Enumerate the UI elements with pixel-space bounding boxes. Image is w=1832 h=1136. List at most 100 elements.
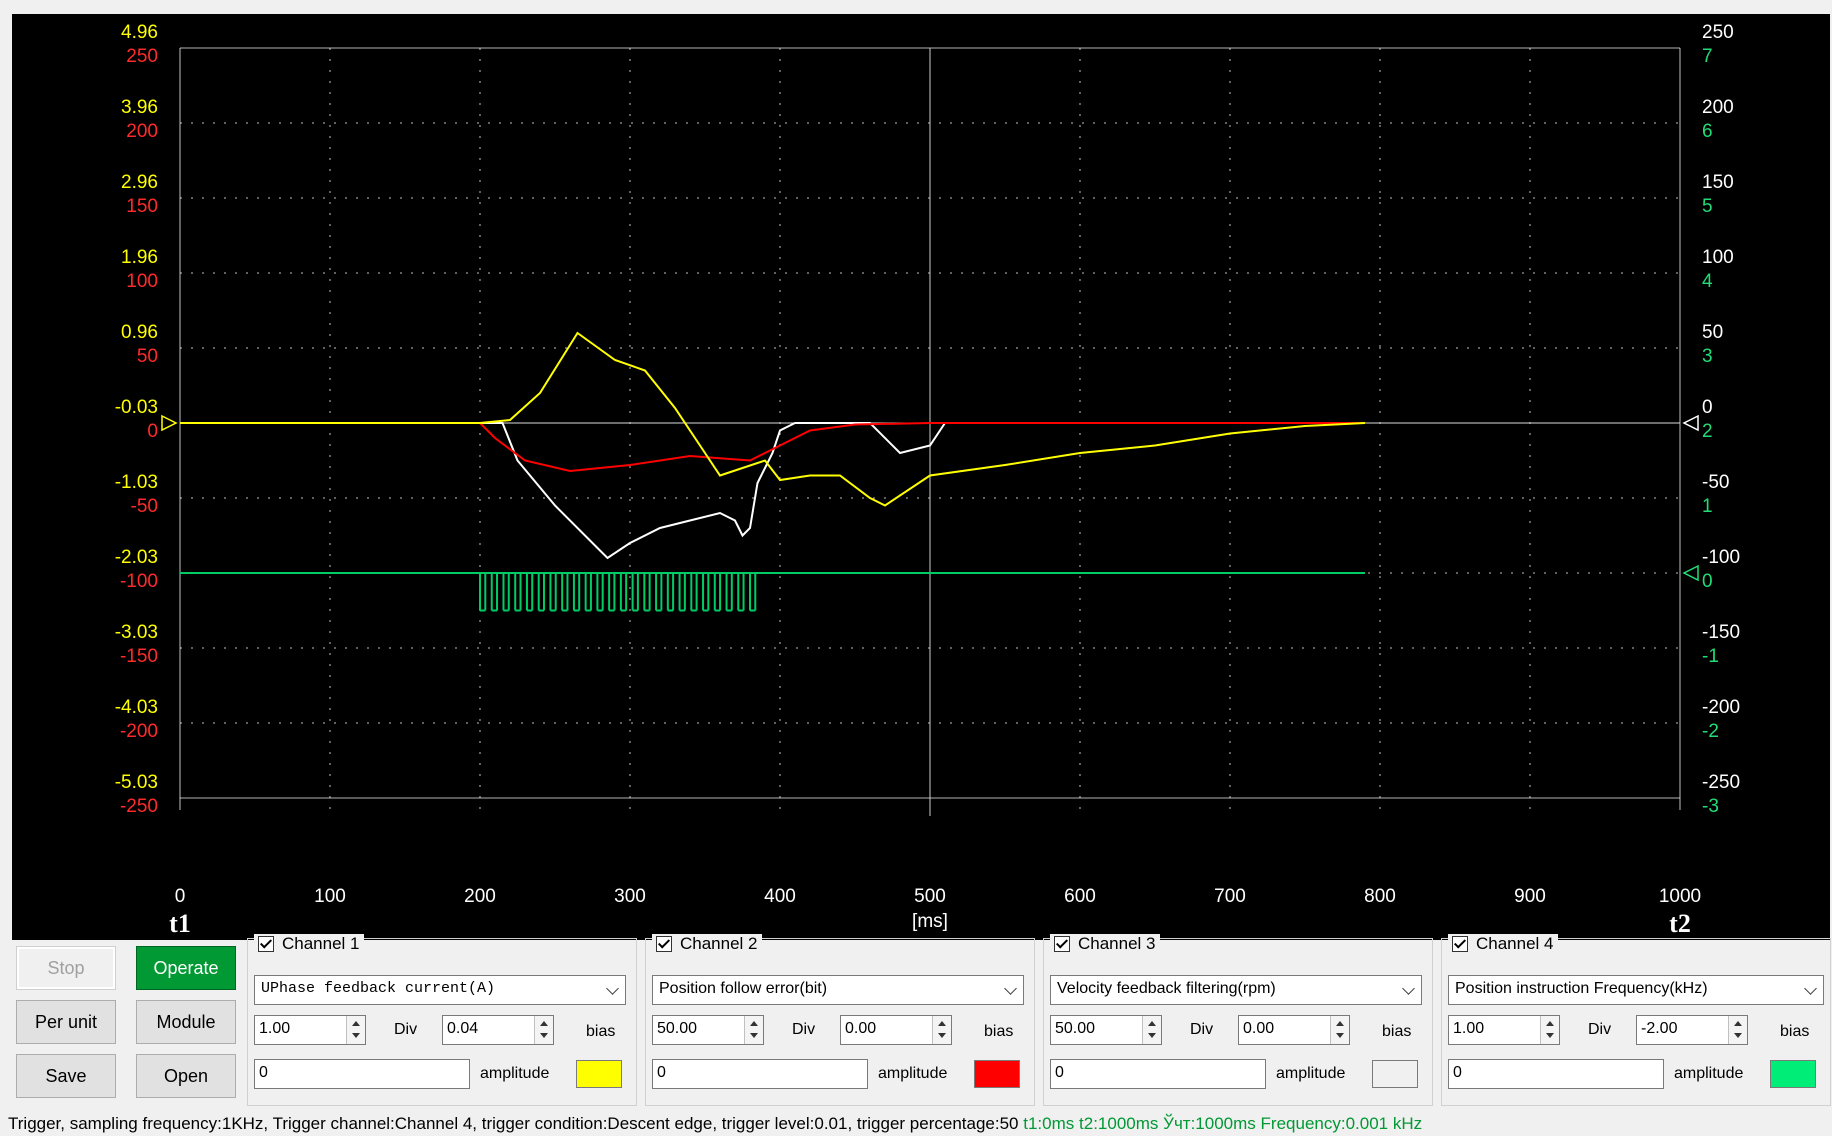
channel-4-amplitude-value: 0 [1453,1064,1462,1081]
right-axis-tick-ch4: 4 [1702,271,1713,292]
channel-2-bias-stepper[interactable]: 0.00 [840,1015,952,1045]
channel-2-header[interactable]: Channel 2 [652,934,762,954]
x-axis-tick: 0 [175,886,186,907]
x-axis-tick: 800 [1364,886,1396,907]
left-axis-tick-ch1: -2.03 [115,547,158,568]
channel-3-signal-select[interactable]: Velocity feedback filtering(rpm) [1050,975,1422,1005]
right-axis-tick-ch3: -100 [1702,547,1740,568]
channel-1-color-swatch[interactable] [576,1060,622,1088]
channel-4-signal-select[interactable]: Position instruction Frequency(kHz) [1448,975,1824,1005]
operate-button[interactable]: Operate [136,946,236,990]
channel-4-group: Channel 4 Position instruction Frequency… [1441,934,1831,1106]
spinner-arrows-icon[interactable] [1142,1016,1161,1044]
left-axis-tick-ch1: 2.96 [121,172,158,193]
left-axis-tick-ch2: -50 [131,496,158,517]
chevron-down-icon [1804,982,1817,995]
x-axis-tick: 900 [1514,886,1546,907]
channel-4-checkbox[interactable] [1452,936,1468,952]
left-axis-tick-ch1: -4.03 [115,697,158,718]
t2-cursor-label: t2 [1669,909,1691,938]
channel-3-color-swatch[interactable] [1372,1060,1418,1088]
channel-3-header[interactable]: Channel 3 [1050,934,1160,954]
channel-3-bias-stepper[interactable]: 0.00 [1238,1015,1350,1045]
status-t2: t2:1000ms [1079,1114,1159,1133]
channel-3-bias-value: 0.00 [1243,1020,1275,1037]
channel-1-group: Channel 1 UPhase feedback current(A) 1.0… [247,934,637,1106]
x-axis-unit: [ms] [912,911,948,932]
status-dt: Ўчт:1000ms [1163,1114,1256,1133]
left-axis-tick-ch2: -200 [120,721,158,742]
channel-3-div-label: Div [1190,1021,1214,1038]
spinner-arrows-icon[interactable] [1540,1016,1559,1044]
right-axis-tick-ch3: -150 [1702,622,1740,643]
x-axis-tick: 500 [914,886,946,907]
spinner-arrows-icon[interactable] [744,1016,763,1044]
channel-2-checkbox[interactable] [656,936,672,952]
left-axis-tick-ch2: 50 [137,346,158,367]
channel-3-checkbox[interactable] [1054,936,1070,952]
channel-3-div-stepper[interactable]: 50.00 [1050,1015,1162,1045]
channel-4-amplitude-label: amplitude [1674,1065,1744,1082]
channel-1-div-stepper[interactable]: 1.00 [254,1015,366,1045]
channel-4-div-stepper[interactable]: 1.00 [1448,1015,1560,1045]
spinner-arrows-icon[interactable] [346,1016,365,1044]
channel-2-div-stepper[interactable]: 50.00 [652,1015,764,1045]
right-axis-tick-ch4: -2 [1702,721,1719,742]
channel-2-bias-label: bias [984,1023,1014,1040]
right-axis-tick-ch4: 5 [1702,196,1713,217]
scope-plot[interactable]: 4.96 3.96 2.96 1.96 0.96 -0.03 -1.03 -2.03 -3.03… [0,0,1832,941]
scope-background [12,14,1830,940]
channel-1-amplitude-value: 0 [259,1064,268,1081]
oscilloscope-display[interactable]: 4.96 3.96 2.96 1.96 0.96 -0.03 -1.03 -2.03 -3.03… [0,0,1832,941]
left-axis-tick-ch2: -100 [120,571,158,592]
channel-2-amplitude-label: amplitude [878,1065,948,1082]
right-axis-tick-ch3: 200 [1702,97,1734,118]
spinner-arrows-icon[interactable] [932,1016,951,1044]
channel-1-amplitude-label: amplitude [480,1065,550,1082]
module-button[interactable]: Module [136,1000,236,1044]
channel-1-title: Channel 1 [282,934,360,953]
stop-button[interactable]: Stop [16,946,116,990]
left-axis-tick-ch2: -250 [120,796,158,817]
right-axis-tick-ch3: 50 [1702,322,1723,343]
channel-1-checkbox[interactable] [258,936,274,952]
channel-2-bias-value: 0.00 [845,1020,877,1037]
channel-1-div-label: Div [394,1021,418,1038]
channel-2-color-swatch[interactable] [974,1060,1020,1088]
channel-4-bias-stepper[interactable]: -2.00 [1636,1015,1748,1045]
channel-4-title: Channel 4 [1476,934,1554,953]
channel-4-bias-value: -2.00 [1641,1020,1678,1037]
x-axis-tick: 300 [614,886,646,907]
left-axis-tick-ch2: 0 [147,421,158,442]
right-axis-tick-ch3: 100 [1702,247,1734,268]
right-axis-tick-ch3: -200 [1702,697,1740,718]
save-button[interactable]: Save [16,1054,116,1098]
channel-4-color-swatch[interactable] [1770,1060,1816,1088]
spinner-arrows-icon[interactable] [534,1016,553,1044]
spinner-arrows-icon[interactable] [1330,1016,1349,1044]
channel-1-header[interactable]: Channel 1 [254,934,364,954]
per-unit-button[interactable]: Per unit [16,1000,116,1044]
open-button[interactable]: Open [136,1054,236,1098]
chevron-down-icon [606,982,619,995]
channel-2-title: Channel 2 [680,934,758,953]
channel-2-amplitude-input[interactable]: 0 [652,1059,868,1089]
channel-3-amplitude-input[interactable]: 0 [1050,1059,1266,1089]
status-frequency: Frequency:0.001 kHz [1260,1114,1423,1133]
left-axis-tick-ch1: 0.96 [121,322,158,343]
channel-4-amplitude-input[interactable]: 0 [1448,1059,1664,1089]
channel-1-signal: UPhase feedback current(A) [261,980,496,997]
x-axis-tick: 100 [314,886,346,907]
channel-2-signal: Position follow error(bit) [659,980,828,997]
channel-3-title: Channel 3 [1078,934,1156,953]
channel-1-amplitude-input[interactable]: 0 [254,1059,470,1089]
left-axis-tick-ch2: 200 [126,121,158,142]
channel-4-header[interactable]: Channel 4 [1448,934,1558,954]
channel-2-div-value: 50.00 [657,1020,698,1037]
channel-1-bias-stepper[interactable]: 0.04 [442,1015,554,1045]
x-axis-tick: 400 [764,886,796,907]
channel-2-signal-select[interactable]: Position follow error(bit) [652,975,1024,1005]
spinner-arrows-icon[interactable] [1728,1016,1747,1044]
channel-4-div-label: Div [1588,1021,1612,1038]
channel-1-signal-select[interactable]: UPhase feedback current(A) [254,975,626,1005]
